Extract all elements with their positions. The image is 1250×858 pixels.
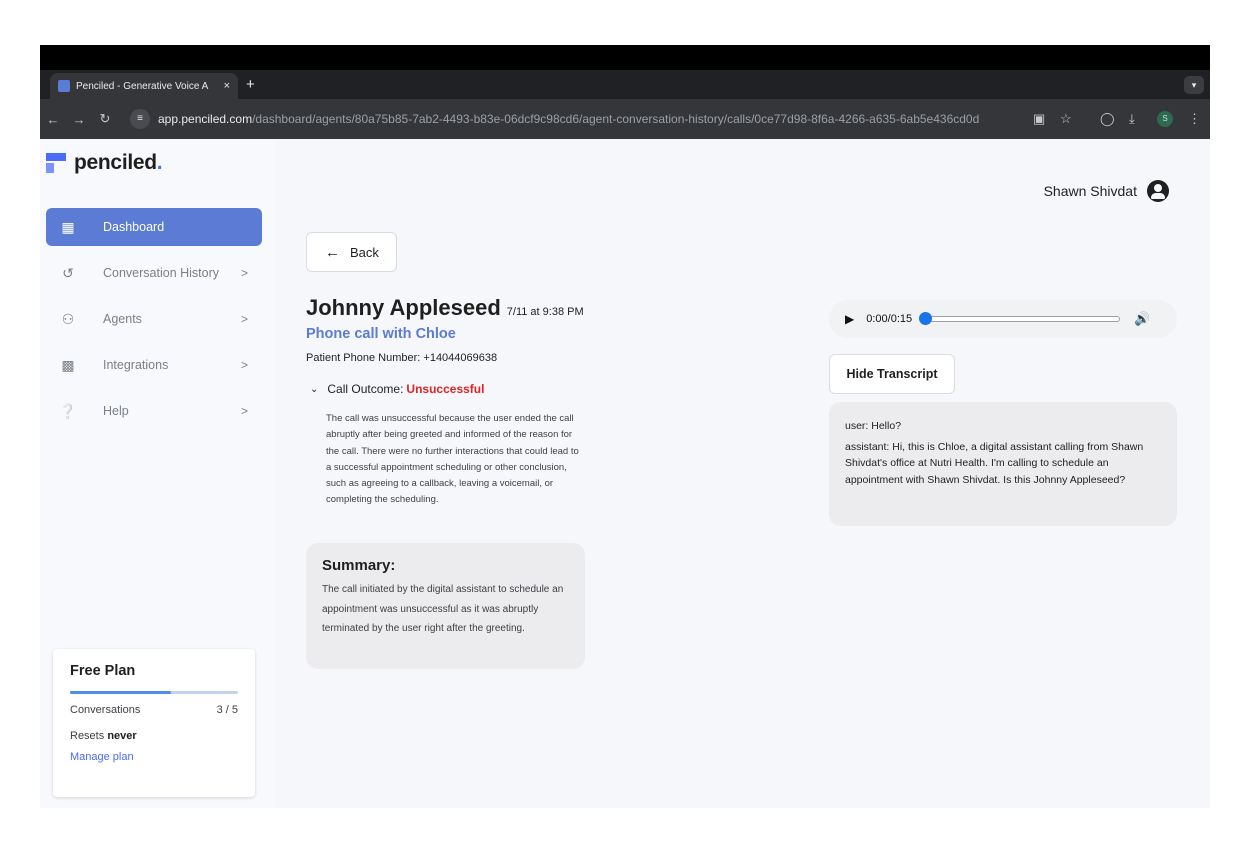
site-info-icon[interactable]: ≡ [130, 109, 150, 129]
back-nav-icon[interactable]: ← [40, 112, 66, 127]
browser-window: Penciled - Generative Voice A × + ▾ ← → … [40, 45, 1210, 808]
browser-toolbar: ← → ↻ ≡ app.penciled.com/dashboard/agent… [40, 99, 1210, 139]
hide-transcript-button[interactable]: Hide Transcript [829, 354, 955, 394]
history-icon: ↺ [62, 264, 74, 281]
main-content: Shawn Shivdat ← Back Johnny Appleseed 7/… [275, 139, 1210, 808]
tab-search-icon[interactable]: ▾ [1184, 76, 1204, 94]
logo-text: penciled. [74, 151, 163, 174]
help-icon: ❔ [59, 402, 77, 419]
people-icon: ⚇ [61, 310, 75, 327]
app: penciled. ▦ Dashboard ↺ Conversation His… [40, 139, 1210, 808]
user-name: Shawn Shivdat [1043, 183, 1137, 199]
chevron-right-icon: > [240, 358, 248, 372]
back-button-label: Back [350, 244, 379, 260]
user-avatar-icon [1147, 180, 1169, 202]
audio-time: 0:00/0:15 [866, 313, 913, 325]
audio-progress-knob[interactable] [919, 312, 933, 325]
volume-icon[interactable]: 🔊 [1134, 311, 1150, 327]
call-outcome-status: Unsuccessful [406, 382, 485, 396]
reload-icon[interactable]: ↻ [92, 111, 118, 127]
transcript-panel: user: Hello? assistant: Hi, this is Chlo… [829, 402, 1177, 526]
call-outcome-text: The call was unsuccessful because the us… [326, 413, 579, 506]
url-path: /dashboard/agents/80a75b85-7ab2-4493-b83… [252, 112, 980, 126]
transcript-line: user: Hello? [845, 420, 902, 432]
sidebar: penciled. ▦ Dashboard ↺ Conversation His… [40, 139, 275, 808]
browser-menu-icon[interactable]: ⋮ [1188, 111, 1201, 127]
patient-name: Johnny Appleseed [306, 295, 501, 320]
plan-usage-row: Conversations 3 / 5 [70, 704, 238, 716]
chevron-down-icon: ⌄ [310, 383, 319, 395]
call-timestamp: 7/11 at 9:38 PM [506, 306, 584, 318]
plan-reset-value: never [107, 730, 137, 742]
sidebar-item-label: Integrations [103, 358, 169, 372]
back-button[interactable]: ← Back [306, 232, 397, 272]
chevron-right-icon: > [240, 312, 248, 326]
audio-progress-slider[interactable] [919, 312, 1121, 325]
sidebar-item-conversation-history[interactable]: ↺ Conversation History > [46, 254, 262, 292]
chevron-right-icon: > [240, 404, 248, 418]
plan-usage-bar [70, 691, 238, 694]
integrations-icon: ▩ [61, 356, 75, 373]
tab-title: Penciled - Generative Voice A [76, 80, 209, 92]
profile-avatar-icon[interactable]: S [1157, 111, 1173, 127]
summary-title: Summary: [322, 557, 396, 574]
sidebar-item-dashboard[interactable]: ▦ Dashboard [46, 208, 262, 246]
dashboard-icon: ▦ [61, 218, 75, 235]
user-menu[interactable]: Shawn Shivdat [1044, 180, 1169, 202]
forward-nav-icon[interactable]: → [66, 112, 92, 127]
download-icon[interactable]: ⤓ [1129, 111, 1135, 127]
sidebar-item-agents[interactable]: ⚇ Agents > [46, 300, 262, 338]
address-bar[interactable]: ≡ app.penciled.com/dashboard/agents/80a7… [130, 106, 1130, 132]
sidebar-nav: ▦ Dashboard ↺ Conversation History > ⚇ A… [46, 208, 262, 438]
cast-icon[interactable]: ▣ [1033, 111, 1045, 127]
sidebar-item-label: Help [103, 404, 129, 418]
audio-player: ▶ 0:00/0:15 🔊 [829, 300, 1177, 338]
summary-card: Summary: The call initiated by the digit… [306, 543, 585, 669]
call-outcome-label: Call Outcome: [327, 382, 404, 396]
call-outcome-toggle[interactable]: ⌄ Call Outcome: Unsuccessful [310, 382, 484, 396]
plan-title: Free Plan [70, 663, 136, 679]
browser-tab[interactable]: Penciled - Generative Voice A × [50, 73, 238, 99]
plan-card: Free Plan Conversations 3 / 5 Resets nev… [53, 649, 255, 797]
call-header: Johnny Appleseed 7/11 at 9:38 PM [306, 295, 584, 321]
url-host: app.penciled.com [158, 112, 253, 126]
transcript-line: assistant: Hi, this is Chloe, a digital … [845, 440, 1144, 486]
extensions-icon[interactable]: ◯ [1100, 111, 1115, 127]
chevron-right-icon: > [240, 266, 248, 280]
patient-phone: Patient Phone Number: +14044069638 [306, 352, 498, 364]
penciled-favicon-icon [58, 80, 70, 92]
sidebar-item-label: Conversation History [103, 266, 220, 280]
plan-usage-value: 3 / 5 [216, 704, 238, 716]
plan-usage-fill [70, 691, 171, 694]
close-tab-icon[interactable]: × [224, 80, 230, 92]
manage-plan-link[interactable]: Manage plan [70, 751, 238, 763]
tab-bar: Penciled - Generative Voice A × + ▾ [40, 70, 1210, 99]
penciled-logo[interactable]: penciled. [46, 151, 163, 175]
play-icon[interactable]: ▶ [845, 312, 854, 326]
sidebar-item-label: Agents [103, 312, 142, 326]
plan-reset: Resets never [70, 730, 238, 742]
new-tab-icon[interactable]: + [246, 76, 255, 93]
sidebar-item-label: Dashboard [103, 220, 165, 234]
plan-usage-label: Conversations [70, 704, 141, 716]
bookmark-star-icon[interactable]: ☆ [1060, 111, 1072, 127]
sidebar-item-integrations[interactable]: ▩ Integrations > [46, 346, 262, 384]
arrow-left-icon: ← [325, 243, 340, 261]
summary-text: The call initiated by the digital assist… [322, 584, 564, 634]
window-top-bar [40, 45, 1210, 70]
plan-reset-label: Resets [70, 730, 105, 742]
call-subtitle: Phone call with Chloe [306, 326, 456, 342]
penciled-logo-icon [46, 153, 66, 173]
sidebar-item-help[interactable]: ❔ Help > [46, 392, 262, 430]
